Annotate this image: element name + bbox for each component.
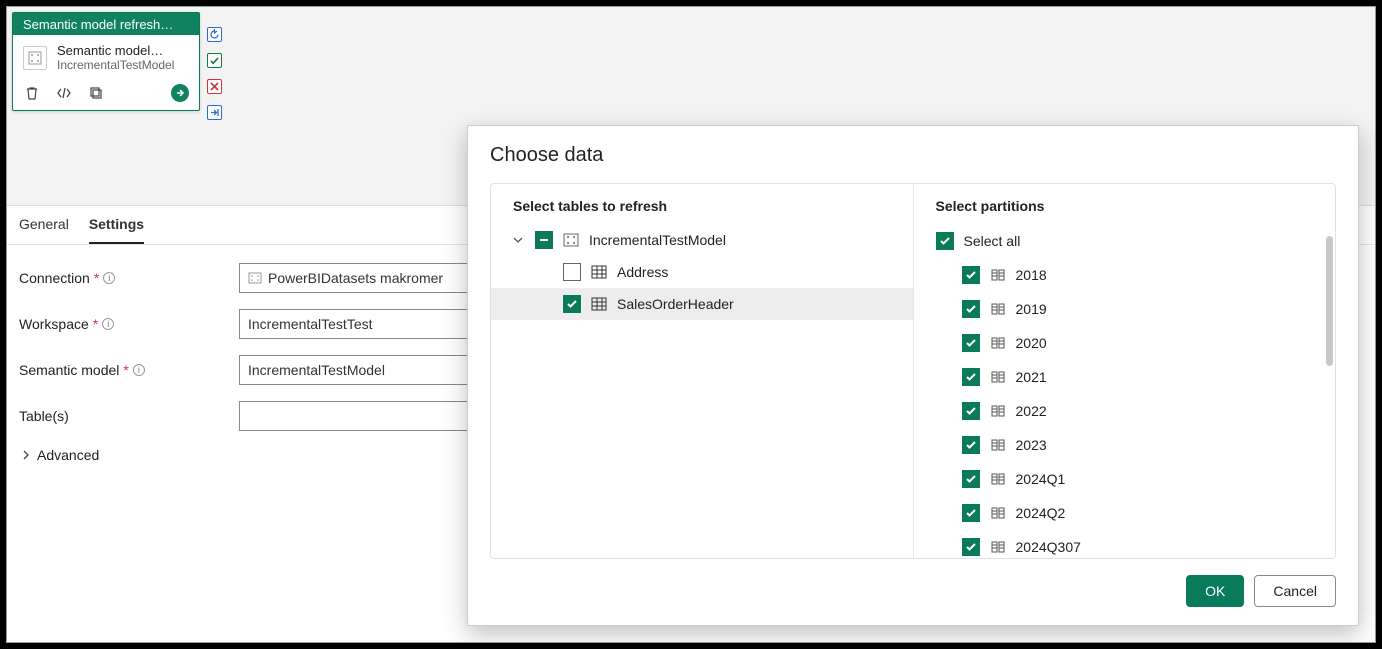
model-checkbox[interactable] [535,231,553,249]
scrollbar[interactable] [1326,236,1333,366]
partition-icon [990,540,1006,554]
activity-title: Semantic model… [57,43,189,58]
partition-checkbox[interactable] [962,300,980,318]
semantic-model-value: IncrementalTestModel [248,362,385,378]
partition-name: 2024Q307 [1016,539,1081,555]
tab-general[interactable]: General [19,216,69,244]
semantic-model-label: Semantic model*i [19,362,239,378]
dialog-footer: OK Cancel [468,559,1358,625]
partition-name: 2023 [1016,437,1047,453]
info-icon[interactable]: i [102,318,114,330]
partition-checkbox[interactable] [962,470,980,488]
semantic-model-icon [23,46,47,70]
partition-row[interactable]: 2024Q307 [936,530,1336,558]
connection-label: Connection*i [19,270,239,286]
partition-name: 2024Q1 [1016,471,1066,487]
select-all-label: Select all [964,233,1021,249]
info-icon[interactable]: i [103,272,115,284]
table-icon [591,297,607,311]
partitions-pane-header: Select partitions [914,184,1336,224]
model-name: IncrementalTestModel [589,232,726,248]
partition-icon [990,438,1006,452]
activity-subtitle: IncrementalTestModel [57,58,189,72]
success-icon[interactable] [207,53,222,68]
partition-row[interactable]: 2020 [936,326,1336,360]
dialog-title: Choose data [468,126,1358,177]
partition-checkbox[interactable] [962,436,980,454]
partition-list: Select all 2018 2019 2020 2021 2022 2023 2024Q… [914,224,1336,558]
partition-icon [990,268,1006,282]
partition-name: 2019 [1016,301,1047,317]
partition-checkbox[interactable] [962,538,980,556]
connection-input[interactable]: PowerBIDatasets makromer [239,263,479,293]
partition-icon [990,336,1006,350]
activity-footer [13,78,199,110]
partition-icon [990,404,1006,418]
choose-data-dialog: Choose data Select tables to refresh [467,125,1359,626]
partition-row[interactable]: 2018 [936,258,1336,292]
table-checkbox[interactable] [563,295,581,313]
tables-label: Table(s) [19,408,239,424]
partition-name: 2024Q2 [1016,505,1066,521]
workspace-value: IncrementalTestTest [248,316,373,332]
table-row[interactable]: Address [491,256,913,288]
table-icon [591,265,607,279]
partition-icon [990,506,1006,520]
status-stack [207,27,222,120]
partition-row[interactable]: 2021 [936,360,1336,394]
activity-header: Semantic model refresh… [13,13,199,35]
skip-icon[interactable] [207,105,222,120]
partition-icon [990,370,1006,384]
partition-icon [990,472,1006,486]
tables-pane: Select tables to refresh IncrementalTest… [491,184,914,558]
code-button[interactable] [55,84,73,102]
partition-name: 2021 [1016,369,1047,385]
activity-card[interactable]: Semantic model refresh… Semantic model… … [12,12,200,111]
partition-checkbox[interactable] [962,334,980,352]
table-row[interactable]: SalesOrderHeader [491,288,913,320]
semantic-model-input[interactable]: IncrementalTestModel [239,355,479,385]
partition-checkbox[interactable] [962,266,980,284]
partition-row[interactable]: 2019 [936,292,1336,326]
partition-name: 2022 [1016,403,1047,419]
info-icon[interactable]: i [133,364,145,376]
tree-model-row[interactable]: IncrementalTestModel [491,224,913,256]
partition-row[interactable]: 2022 [936,394,1336,428]
table-checkbox[interactable] [563,263,581,281]
partition-row[interactable]: 2024Q1 [936,462,1336,496]
run-button[interactable] [171,84,189,102]
chevron-right-icon [21,450,31,460]
tab-settings[interactable]: Settings [89,216,144,244]
ok-button[interactable]: OK [1186,575,1244,607]
tables-input[interactable] [239,401,479,431]
delete-button[interactable] [23,84,41,102]
partition-checkbox[interactable] [962,368,980,386]
tables-pane-header: Select tables to refresh [491,184,913,224]
partition-checkbox[interactable] [962,402,980,420]
table-name: Address [617,264,668,280]
partition-checkbox[interactable] [962,504,980,522]
app-frame: Semantic model refresh… Semantic model… … [6,6,1376,643]
workspace-input[interactable]: IncrementalTestTest [239,309,479,339]
chevron-down-icon[interactable] [513,235,525,245]
tables-tree: IncrementalTestModel Address SalesOrderHe… [491,224,913,330]
copy-button[interactable] [87,84,105,102]
select-all-row[interactable]: Select all [936,224,1336,258]
partitions-pane: Select partitions Select all 2018 2019 202… [914,184,1336,558]
partition-row[interactable]: 2023 [936,428,1336,462]
refresh-icon[interactable] [207,27,222,42]
error-icon[interactable] [207,79,222,94]
workspace-label: Workspace*i [19,316,239,332]
partition-name: 2020 [1016,335,1047,351]
cancel-button[interactable]: Cancel [1254,575,1336,607]
semantic-model-icon [563,233,579,247]
partition-name: 2018 [1016,267,1047,283]
table-name: SalesOrderHeader [617,296,734,312]
partition-row[interactable]: 2024Q2 [936,496,1336,530]
connection-value: PowerBIDatasets makromer [268,270,443,286]
select-all-checkbox[interactable] [936,232,954,250]
activity-body: Semantic model… IncrementalTestModel [13,35,199,78]
partition-icon [990,302,1006,316]
